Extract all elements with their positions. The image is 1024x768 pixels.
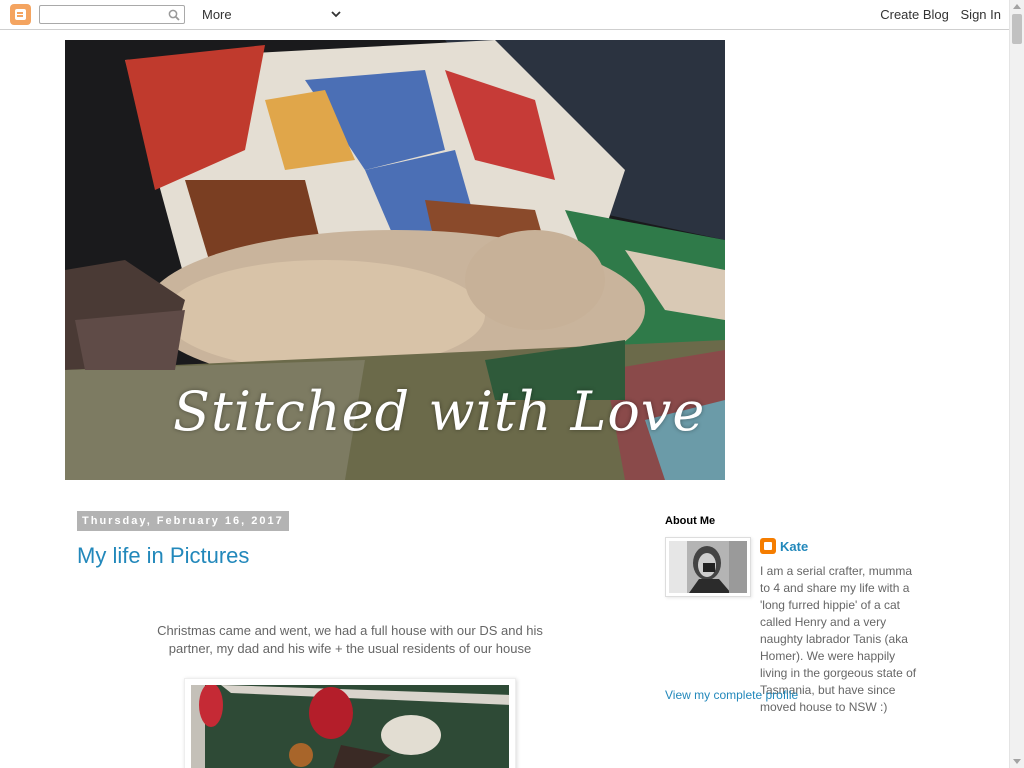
blogger-logo-icon[interactable] <box>10 4 31 25</box>
blog-title[interactable]: Stitched with Love <box>173 380 705 443</box>
scrollbar[interactable] <box>1009 0 1024 768</box>
profile-name-link[interactable]: Kate <box>780 539 808 554</box>
chevron-down-icon[interactable] <box>330 8 342 20</box>
about-me-heading: About Me <box>665 515 716 527</box>
more-menu[interactable]: More <box>202 7 232 22</box>
create-blog-link[interactable]: Create Blog <box>880 7 949 22</box>
post-body-text: Christmas came and went, we had a full h… <box>157 623 543 656</box>
scroll-up-arrow-icon[interactable] <box>1013 4 1021 9</box>
header-image[interactable]: Stitched with Love <box>65 40 725 480</box>
scroll-thumb[interactable] <box>1012 14 1022 44</box>
post-photo[interactable] <box>184 678 516 768</box>
christmas-tree-photo <box>191 685 509 768</box>
sign-in-link[interactable]: Sign In <box>961 7 1001 22</box>
blogger-profile-icon <box>760 538 776 554</box>
post-title[interactable]: My life in Pictures <box>77 543 249 569</box>
post-date: Thursday, February 16, 2017 <box>77 511 289 531</box>
search-input[interactable] <box>39 5 185 24</box>
scroll-down-arrow-icon[interactable] <box>1013 759 1021 764</box>
blogger-navbar: More Create Blog Sign In <box>0 0 1009 30</box>
view-profile-link[interactable]: View my complete profile <box>665 688 798 702</box>
search-icon[interactable] <box>168 9 180 21</box>
